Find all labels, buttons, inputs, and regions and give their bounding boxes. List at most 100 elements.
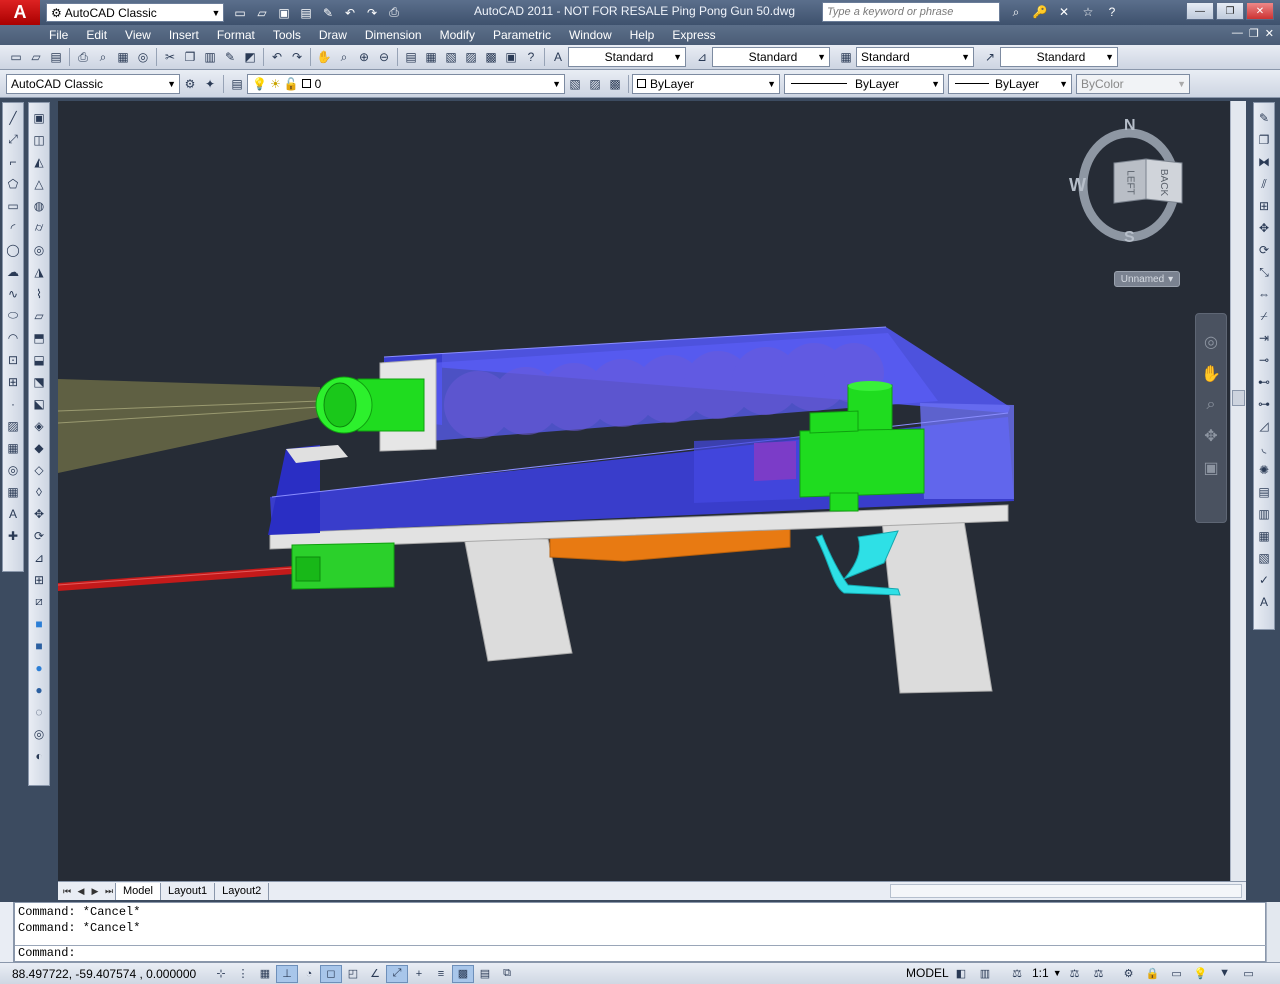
application-menu-button[interactable]: A bbox=[0, 0, 40, 25]
close-icon[interactable]: ✕ bbox=[1246, 2, 1274, 20]
sphere-icon[interactable]: ◍ bbox=[30, 195, 48, 216]
stretch-icon[interactable]: ⇔ bbox=[1255, 283, 1273, 305]
compass-north[interactable]: N bbox=[1124, 117, 1136, 135]
menu-insert[interactable]: Insert bbox=[160, 28, 208, 42]
steeringwheel-icon[interactable]: ◎ bbox=[1204, 332, 1218, 352]
menu-file[interactable]: File bbox=[40, 28, 77, 42]
intersect-icon[interactable]: ◊ bbox=[30, 481, 48, 502]
join-icon[interactable]: ⊶ bbox=[1255, 393, 1273, 415]
menu-draw[interactable]: Draw bbox=[310, 28, 356, 42]
menu-window[interactable]: Window bbox=[560, 28, 621, 42]
object-snap-tracking-icon[interactable]: ∠ bbox=[364, 965, 386, 983]
annotation-scale-icon[interactable]: ⚖ bbox=[1006, 964, 1028, 982]
minimize-icon[interactable]: — bbox=[1186, 2, 1214, 20]
polyline-icon[interactable]: ⌐ bbox=[4, 151, 22, 172]
table-icon[interactable]: ▦ bbox=[4, 481, 22, 502]
array-icon[interactable]: ⊞ bbox=[1255, 195, 1273, 217]
revision-cloud-icon[interactable]: ☁ bbox=[4, 261, 22, 282]
open-icon[interactable]: ▱ bbox=[252, 3, 272, 23]
undo-icon[interactable]: ↶ bbox=[267, 47, 287, 67]
annotation-visibility-icon[interactable]: ⚖ bbox=[1064, 964, 1086, 982]
calculator-icon[interactable]: ▣ bbox=[501, 47, 521, 67]
zoom-icon[interactable]: ⌕ bbox=[1207, 396, 1216, 414]
infer-constraints-icon[interactable]: ⊹ bbox=[210, 965, 232, 983]
insert-block-icon[interactable]: ⊡ bbox=[4, 349, 22, 370]
prev-tab-icon[interactable]: ◀ bbox=[75, 884, 87, 898]
paste-icon[interactable]: ▥ bbox=[200, 47, 220, 67]
model-space-toggle[interactable]: MODEL bbox=[906, 966, 949, 980]
pan-icon[interactable]: ✋ bbox=[314, 47, 334, 67]
annotation-scale-value[interactable]: 1:1 bbox=[1030, 966, 1051, 980]
cube-face-left-label[interactable]: LEFT bbox=[1125, 170, 1136, 194]
region-icon[interactable]: ◎ bbox=[4, 459, 22, 480]
trim-icon[interactable]: ⌿ bbox=[1255, 305, 1273, 327]
showmotion-icon[interactable]: ▣ bbox=[1203, 458, 1218, 478]
workspace-switch-icon[interactable]: ⚙ bbox=[1118, 964, 1140, 982]
snap-mode-icon[interactable]: ⋮ bbox=[232, 965, 254, 983]
last-tab-icon[interactable]: ⏭ bbox=[103, 884, 115, 898]
scroll-thumb[interactable] bbox=[1232, 390, 1245, 406]
block-editor-icon[interactable]: ◩ bbox=[240, 47, 260, 67]
design-center-icon[interactable]: ▦ bbox=[421, 47, 441, 67]
rectangle-icon[interactable]: ▭ bbox=[4, 195, 22, 216]
layer-walk-icon[interactable]: ▥ bbox=[1255, 503, 1273, 525]
transparency-icon[interactable]: ▩ bbox=[452, 964, 474, 983]
zoom-previous-icon[interactable]: ⊖ bbox=[374, 47, 394, 67]
extrude-icon[interactable]: ⬒ bbox=[30, 327, 48, 348]
ortho-mode-icon[interactable]: ⊥ bbox=[276, 964, 298, 983]
box-icon[interactable]: ◫ bbox=[30, 129, 48, 150]
helix-icon[interactable]: ⌇ bbox=[30, 283, 48, 304]
print-icon[interactable]: ⎙ bbox=[384, 3, 404, 23]
command-input[interactable]: Command: bbox=[15, 945, 1267, 961]
polar-tracking-icon[interactable]: ◔ bbox=[298, 965, 320, 983]
tool-palettes-icon[interactable]: ▧ bbox=[441, 47, 461, 67]
layer-previous-icon[interactable]: ▨ bbox=[585, 74, 605, 94]
hatch-icon[interactable]: ▨ bbox=[4, 415, 22, 436]
erase-icon[interactable]: ✎ bbox=[1255, 107, 1273, 129]
clean-screen-icon[interactable]: ▭ bbox=[1238, 964, 1260, 982]
markup-icon[interactable]: ▩ bbox=[481, 47, 501, 67]
3d-object-snap-icon[interactable]: ◰ bbox=[342, 965, 364, 983]
horizontal-scrollbar[interactable] bbox=[890, 884, 1242, 898]
object-snap-icon[interactable]: ◻ bbox=[320, 964, 342, 983]
layer-dropdown[interactable]: 💡 ☀ 🔓 0 ▼ bbox=[247, 73, 565, 94]
menu-parametric[interactable]: Parametric bbox=[484, 28, 560, 42]
lock-icon[interactable]: 🔒 bbox=[1142, 964, 1164, 982]
grid-display-icon[interactable]: ▦ bbox=[254, 965, 276, 983]
pan-icon[interactable]: ✋ bbox=[1201, 364, 1221, 384]
ellipse-arc-icon[interactable]: ◠ bbox=[4, 327, 22, 348]
shaded-sphere-icon[interactable]: ● bbox=[30, 657, 48, 678]
tab-layout2[interactable]: Layout2 bbox=[215, 882, 270, 900]
search-input[interactable]: Type a keyword or phrase bbox=[822, 2, 1000, 22]
properties-icon[interactable]: ▤ bbox=[401, 47, 421, 67]
scale-icon[interactable]: ⤡ bbox=[1255, 261, 1273, 283]
auto-scale-icon[interactable]: ⚖ bbox=[1088, 964, 1110, 982]
shaded-box-icon[interactable]: ■ bbox=[30, 613, 48, 634]
workspace-gear-icon[interactable]: ✦ bbox=[200, 74, 220, 94]
redo-icon[interactable]: ↷ bbox=[362, 3, 382, 23]
coordinate-readout[interactable]: 88.497722, -59.407574 , 0.000000 bbox=[0, 967, 210, 981]
linetype-dropdown[interactable]: ByLayer ▼ bbox=[784, 73, 944, 94]
union-icon[interactable]: ◆ bbox=[30, 437, 48, 458]
revolve-icon[interactable]: ⬕ bbox=[30, 393, 48, 414]
communication-icon[interactable]: ✕ bbox=[1054, 2, 1074, 22]
chevron-down-icon[interactable]: ▼ bbox=[1053, 968, 1062, 978]
publish-icon[interactable]: ▦ bbox=[113, 47, 133, 67]
qnew-icon[interactable]: ▭ bbox=[6, 47, 26, 67]
menu-view[interactable]: View bbox=[116, 28, 160, 42]
lineweight-icon[interactable]: ≡ bbox=[430, 965, 452, 983]
dynamic-input-icon[interactable]: + bbox=[408, 965, 430, 983]
line-icon[interactable]: ╱ bbox=[4, 107, 22, 128]
layer-state-icon[interactable]: ▩ bbox=[605, 74, 625, 94]
vertical-scrollbar[interactable] bbox=[1230, 101, 1246, 881]
break-icon[interactable]: ⊷ bbox=[1255, 371, 1273, 393]
sweep-icon[interactable]: ⬔ bbox=[30, 371, 48, 392]
open-icon[interactable]: ▱ bbox=[26, 47, 46, 67]
3d-dwf-icon[interactable]: ◎ bbox=[133, 47, 153, 67]
save-icon[interactable]: ▤ bbox=[296, 3, 316, 23]
command-scrollbar[interactable] bbox=[1266, 902, 1280, 962]
menu-dimension[interactable]: Dimension bbox=[356, 28, 431, 42]
dim-style-dropdown[interactable]: Standard ▼ bbox=[712, 47, 830, 67]
mleader-style-dropdown[interactable]: Standard ▼ bbox=[1000, 47, 1118, 67]
table-style-dropdown[interactable]: Standard ▼ bbox=[856, 47, 974, 67]
